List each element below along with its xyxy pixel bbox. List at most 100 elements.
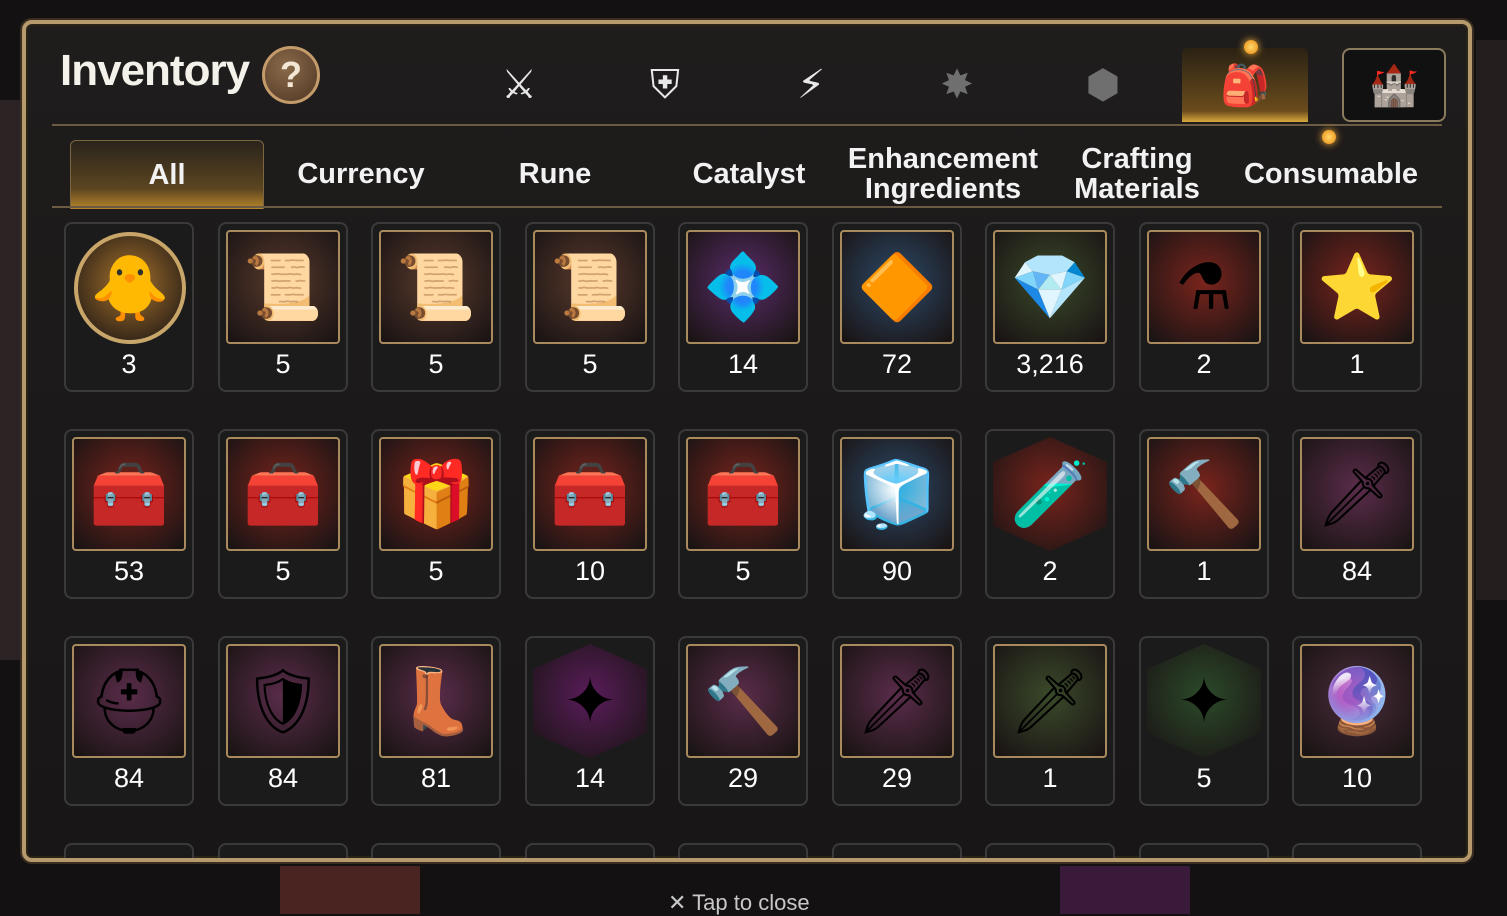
item-frame: 🧪 xyxy=(993,437,1107,551)
category-tab-burst[interactable]: ✸ xyxy=(894,48,1020,122)
backpack-icon: 🎒 xyxy=(1220,63,1270,108)
category-tab-cube[interactable]: ⬢ xyxy=(1040,48,1166,122)
pale-star-stone-icon: ✦ xyxy=(1177,664,1231,737)
sub-tab-catalyst[interactable]: Catalyst xyxy=(654,140,844,208)
sub-tab-rune[interactable]: Rune xyxy=(460,140,650,208)
scroll-upgrade-icon: 📜 xyxy=(550,250,630,323)
close-hint[interactable]: ✕ Tap to close xyxy=(668,890,810,916)
divider xyxy=(52,206,1442,208)
hammer-rune-icon: 🔨 xyxy=(1164,457,1244,530)
castle-icon: 🏰 xyxy=(1369,63,1419,108)
item-count: 84 xyxy=(267,763,299,793)
sub-tab-label: Consumable xyxy=(1243,158,1419,190)
inventory-item[interactable]: 📜 5 xyxy=(218,222,348,392)
pale-sword-stone-icon: 🗡 xyxy=(1009,664,1091,737)
sub-tab-label: Rune xyxy=(518,158,592,190)
inventory-item[interactable]: 🔶 72 xyxy=(832,222,962,392)
item-frame: 🧰 xyxy=(72,437,186,551)
item-frame: 🎁 xyxy=(379,437,493,551)
category-tab-backpack[interactable]: 🎒 xyxy=(1182,48,1308,122)
sub-tab-crafting-materials[interactable]: Crafting Materials xyxy=(1042,140,1232,208)
star-rune-stone-icon: ✦ xyxy=(563,664,617,737)
inventory-item[interactable]: ✦ 5 xyxy=(1139,636,1269,806)
item-count: 29 xyxy=(881,763,913,793)
inventory-item[interactable]: ✦ 14 xyxy=(525,636,655,806)
inventory-item[interactable]: ⛑ 84 xyxy=(64,636,194,806)
inventory-item[interactable] xyxy=(832,843,962,858)
sub-tab-all[interactable]: All xyxy=(70,140,264,209)
item-count: 10 xyxy=(574,556,606,586)
inventory-item[interactable]: 🔨 1 xyxy=(1139,429,1269,599)
sub-tab-enhancement-ingredients[interactable]: Enhancement Ingredients xyxy=(848,140,1038,208)
item-count: 3,216 xyxy=(1016,349,1084,379)
help-button[interactable]: ? xyxy=(262,46,320,104)
inventory-item[interactable]: 🧊 90 xyxy=(832,429,962,599)
inventory-item[interactable]: 💎 3,216 xyxy=(985,222,1115,392)
red-potion-icon: ⚗ xyxy=(1175,250,1233,323)
item-count: 84 xyxy=(1341,556,1373,586)
item-count: 14 xyxy=(727,349,759,379)
item-count: 90 xyxy=(881,556,913,586)
inventory-item[interactable]: 🐥 3 xyxy=(64,222,194,392)
inventory-item[interactable]: 🧰 5 xyxy=(218,429,348,599)
item-count: 81 xyxy=(420,763,452,793)
item-frame: 🔮 xyxy=(1300,644,1414,758)
inventory-item[interactable] xyxy=(1139,843,1269,858)
category-tab-lightning[interactable]: ⚡ xyxy=(748,48,874,122)
inventory-item[interactable]: 🗡 84 xyxy=(1292,429,1422,599)
inventory-item[interactable]: 🗡 1 xyxy=(985,636,1115,806)
item-frame: ✦ xyxy=(1147,644,1261,758)
inventory-item[interactable]: ⚗ 2 xyxy=(1139,222,1269,392)
category-tab-broken-shield[interactable]: ⛨ xyxy=(602,48,728,122)
inventory-item[interactable]: 🧪 2 xyxy=(985,429,1115,599)
inventory-item[interactable] xyxy=(1292,843,1422,858)
sub-tab-label: Currency xyxy=(297,158,425,190)
inventory-item[interactable]: ⭐ 1 xyxy=(1292,222,1422,392)
background-scenery xyxy=(1060,866,1190,914)
category-tab-sword-shield[interactable]: ⚔ xyxy=(456,48,582,122)
inventory-panel: Inventory ? ⚔ ⛨ ⚡ ✸ ⬢ 🎒 🏰 All Currency Rune Catal… xyxy=(22,20,1472,862)
category-tab-castle[interactable]: 🏰 xyxy=(1342,48,1446,122)
inventory-item[interactable]: 🔨 29 xyxy=(678,636,808,806)
inventory-item[interactable]: 📜 5 xyxy=(371,222,501,392)
item-count: 1 xyxy=(1349,349,1365,379)
burst-icon: ✸ xyxy=(940,63,974,107)
item-count: 1 xyxy=(1196,556,1212,586)
item-count: 84 xyxy=(113,763,145,793)
boot-rune-stone-icon: 👢 xyxy=(396,664,476,737)
inventory-item[interactable] xyxy=(64,843,194,858)
pink-potion-icon: 🧪 xyxy=(1010,457,1090,530)
inventory-item[interactable]: 📜 5 xyxy=(525,222,655,392)
inventory-item[interactable]: 🧰 10 xyxy=(525,429,655,599)
item-frame: ⚗ xyxy=(1147,230,1261,344)
sword-shield-icon: ⚔ xyxy=(501,63,537,107)
sub-tab-label: Crafting Materials xyxy=(1074,143,1200,205)
pink-gem-icon: 🔮 xyxy=(1317,664,1397,737)
portrait-token-icon: 🐥 xyxy=(90,251,170,324)
inventory-item[interactable] xyxy=(525,843,655,858)
inventory-item[interactable] xyxy=(678,843,808,858)
item-count: 5 xyxy=(275,349,291,379)
notification-dot xyxy=(1244,40,1258,54)
red-chest-icon: 🎁 xyxy=(396,457,476,530)
inventory-item[interactable]: 🗡 29 xyxy=(832,636,962,806)
item-frame: ✦ xyxy=(533,644,647,758)
inventory-item[interactable]: 👢 81 xyxy=(371,636,501,806)
inventory-item[interactable]: 🎁 5 xyxy=(371,429,501,599)
close-hint-label: Tap to close xyxy=(692,890,810,915)
sub-tab-label: All xyxy=(148,159,186,191)
sub-tab-consumable[interactable]: Consumable xyxy=(1236,140,1426,208)
item-frame: ⛑ xyxy=(72,644,186,758)
item-frame: 💠 xyxy=(686,230,800,344)
inventory-item[interactable]: 🛡 84 xyxy=(218,636,348,806)
inventory-item[interactable] xyxy=(218,843,348,858)
sub-tab-label: Catalyst xyxy=(692,158,806,190)
sub-tab-currency[interactable]: Currency xyxy=(266,140,456,208)
inventory-item[interactable] xyxy=(371,843,501,858)
inventory-item[interactable]: 🧰 5 xyxy=(678,429,808,599)
close-icon: ✕ xyxy=(668,890,693,915)
inventory-item[interactable] xyxy=(985,843,1115,858)
inventory-item[interactable]: 🔮 10 xyxy=(1292,636,1422,806)
inventory-item[interactable]: 💠 14 xyxy=(678,222,808,392)
inventory-item[interactable]: 🧰 53 xyxy=(64,429,194,599)
